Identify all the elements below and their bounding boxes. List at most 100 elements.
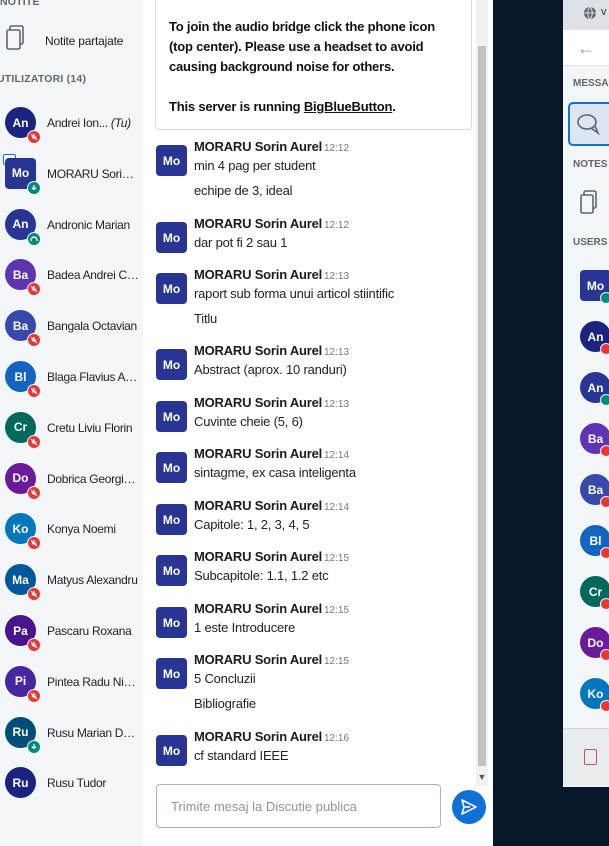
message-timestamp: 12:15: [324, 656, 350, 667]
message-author: MORARU Sorin Aurel: [194, 139, 323, 154]
user-list-item[interactable]: BlBlaga Flavius Andrei: [0, 357, 143, 399]
mic-status-icon: [600, 394, 609, 406]
user-name: Cretu Liviu Florin: [47, 420, 133, 435]
user-list-item[interactable]: Do Dobrica Georgiana: [0, 459, 143, 501]
welcome-message: To join the audio bridge click the phone…: [155, 0, 472, 130]
message-text: dar pot fi 2 sau 1: [194, 235, 288, 250]
message-text: Subcapitole: 1.1, 1.2 etc: [194, 568, 329, 583]
message-author: MORARU Sorin Aurel: [194, 498, 323, 513]
muted-mic-icon: [27, 384, 41, 398]
shared-notes-icon[interactable]: [580, 190, 598, 216]
shared-notes-item[interactable]: Notite partajate: [0, 22, 143, 60]
message-timestamp: 12:16: [324, 733, 350, 744]
welcome-server-text: This server is running BigBlueButton.: [169, 99, 396, 114]
users-section-header: UTILIZATORI (14): [0, 73, 87, 85]
user-list-item[interactable]: MoMORARU Sorin Aurel: [0, 153, 143, 196]
user-name: Konya Noemi: [47, 522, 116, 537]
browser-tab-title: v: [601, 6, 607, 18]
message-timestamp: 12:15: [324, 605, 350, 616]
back-arrow-icon[interactable]: ←: [577, 38, 595, 59]
mic-status-icon: [600, 700, 609, 712]
user-list-item[interactable]: PiPintea Radu Nicolae: [0, 662, 143, 704]
message-timestamp: 12:14: [324, 450, 350, 461]
message-author: MORARU Sorin Aurel: [194, 601, 323, 616]
message-author: MORARU Sorin Aurel: [194, 446, 323, 461]
public-chat-item[interactable]: [568, 102, 609, 146]
message-timestamp: 12:15: [324, 553, 350, 564]
user-name: Badea Andrei Costin: [47, 268, 139, 283]
mic-status-icon: [600, 445, 609, 457]
browser-tab-bar[interactable]: v: [563, 0, 609, 30]
muted-mic-icon: [27, 587, 41, 602]
muted-mic-icon: [27, 638, 41, 652]
message-avatar: Mo: [156, 222, 187, 253]
chat-scrollbar[interactable]: ▼: [476, 0, 488, 786]
user-list-item[interactable]: Ma Matyus Alexandru: [0, 560, 143, 602]
message-text: Abstract (aprox. 10 randuri): [194, 362, 347, 377]
message-timestamp: 12:13: [324, 399, 350, 410]
message-avatar: Mo: [156, 658, 187, 689]
message-text: Titlu: [194, 311, 218, 326]
message-author: MORARU Sorin Aurel: [194, 652, 323, 667]
user-list-item[interactable]: Pa Pascaru Roxana: [0, 611, 143, 653]
presentation-area-background: [493, 0, 563, 846]
welcome-audio-text: To join the audio bridge click the phone…: [169, 19, 435, 74]
chat-message-input[interactable]: [156, 784, 441, 828]
mic-status-icon: [600, 496, 609, 508]
chat-scrollbar-thumb[interactable]: [478, 46, 486, 766]
mic-status-icon: [600, 547, 609, 559]
mic-status-icon: [600, 649, 609, 661]
bigbluebutton-link[interactable]: BigBlueButton: [304, 99, 393, 114]
notes-header: NOTES: [573, 159, 608, 170]
message-text: cf standard IEEE: [194, 748, 289, 763]
second-browser-window: v ← MESSAGES NOTES USERS MoAnAnBaBaBlCrD…: [563, 0, 609, 846]
message-timestamp: 12:13: [324, 271, 350, 282]
user-list-item[interactable]: Ru Rusu Marian Dorin: [0, 713, 143, 755]
you-label: (Tu): [110, 116, 131, 130]
user-list-item[interactable]: An Andronic Marian: [0, 205, 143, 247]
globe-icon: [584, 6, 596, 20]
message-text: Capitole: 1, 2, 3, 4, 5: [194, 517, 310, 532]
avatar: Ru: [5, 767, 36, 799]
user-name: Andrei Ion... (Tu): [47, 116, 131, 130]
message-avatar: Mo: [156, 401, 187, 432]
mic-icon: [27, 180, 41, 195]
user-name: Pascaru Roxana: [47, 624, 132, 638]
muted-mic-icon: [27, 434, 41, 449]
user-name: Dobrica Georgiana: [47, 471, 139, 486]
message-author: MORARU Sorin Aurel: [194, 267, 323, 282]
user-name: Rusu Marian Dorin: [47, 725, 139, 740]
chat-bubble-icon: [577, 114, 600, 136]
user-name: Blaga Flavius Andrei: [47, 370, 139, 384]
messages-header: MESSAGES: [573, 78, 609, 89]
muted-mic-icon: [27, 536, 41, 551]
pdf-file-icon[interactable]: [584, 749, 597, 765]
message-avatar: Mo: [156, 504, 187, 535]
user-list-item[interactable]: Cr Cretu Liviu Florin: [0, 408, 143, 450]
user-name: Pintea Radu Nicolae: [47, 674, 139, 689]
mic-status-icon: [600, 292, 609, 304]
public-chat-panel: To join the audio bridge click the phone…: [143, 0, 493, 846]
muted-mic-icon: [27, 485, 41, 500]
user-list-item[interactable]: Ko Konya Noemi: [0, 509, 143, 551]
message-text: Bibliografie: [194, 696, 256, 711]
user-name: Rusu Tudor: [47, 776, 107, 791]
user-list-item[interactable]: BaBadea Andrei Costin: [0, 255, 143, 297]
browser-nav-bar: ←: [563, 30, 609, 66]
user-list-panel: NOTITE Notite partajate UTILIZATORI (14)…: [0, 0, 143, 846]
user-list-item[interactable]: Ru Rusu Tudor: [0, 763, 143, 805]
shared-notes-icon: [6, 25, 24, 50]
scroll-down-arrow-icon[interactable]: ▼: [476, 770, 488, 784]
user-list-item[interactable]: An Andrei Ion... (Tu): [0, 103, 143, 145]
user-list-item[interactable]: Ba Bangala Octavian: [0, 306, 143, 348]
message-timestamp: 12:14: [324, 502, 350, 513]
message-avatar: Mo: [156, 452, 187, 483]
mic-icon: [27, 739, 41, 754]
users-header: USERS: [573, 237, 608, 248]
send-message-button[interactable]: [452, 790, 486, 824]
message-timestamp: 12:12: [324, 220, 350, 231]
message-author: MORARU Sorin Aurel: [194, 395, 323, 410]
user-name: Bangala Octavian: [47, 319, 137, 334]
message-author: MORARU Sorin Aurel: [194, 343, 323, 358]
notes-section-header: NOTITE: [0, 0, 40, 8]
